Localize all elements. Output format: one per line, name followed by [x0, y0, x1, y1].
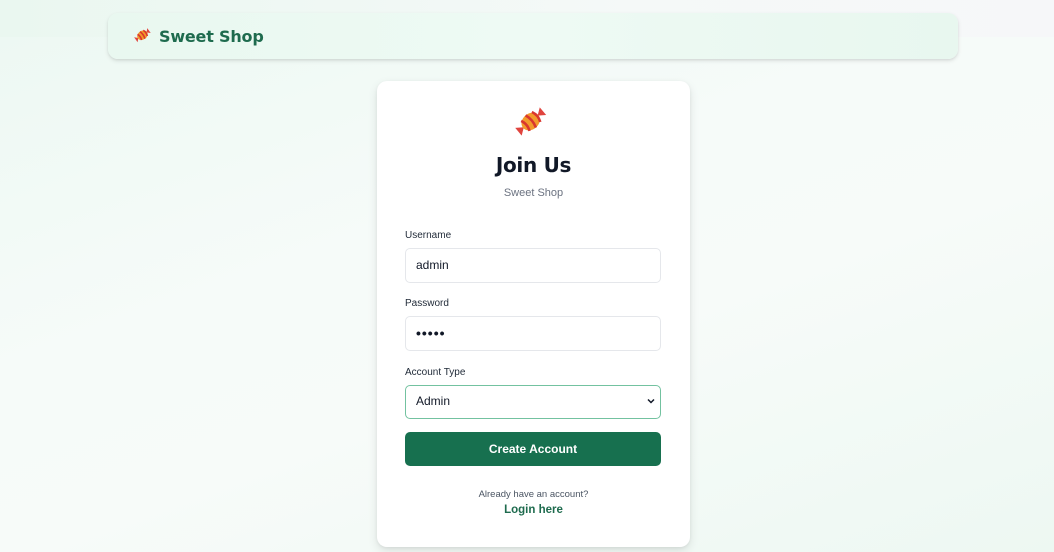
chevron-down-icon [647, 386, 655, 430]
password-value: ••••• [416, 325, 446, 341]
page-subtitle: Sweet Shop [503, 187, 564, 199]
login-link[interactable]: Login here [377, 504, 690, 516]
account-type-label: Account Type [405, 367, 466, 378]
password-input[interactable]: ••••• [405, 316, 661, 351]
candy-icon [133, 26, 153, 46]
account-type-select[interactable]: Admin [405, 385, 661, 419]
candy-icon [514, 105, 550, 141]
password-label: Password [405, 298, 449, 309]
page-title: Join Us [495, 153, 572, 177]
top-navbar: Sweet Shop [108, 13, 958, 59]
username-input[interactable]: admin [405, 248, 661, 283]
signup-card: Join Us Sweet Shop Username admin Passwo… [377, 81, 690, 547]
username-value: admin [416, 258, 449, 272]
account-type-value: Admin [416, 394, 451, 408]
brand-name[interactable]: Sweet Shop [159, 27, 264, 46]
create-account-button[interactable]: Create Account [405, 432, 661, 466]
username-label: Username [405, 230, 452, 241]
login-prompt: Already have an account? [478, 489, 589, 500]
